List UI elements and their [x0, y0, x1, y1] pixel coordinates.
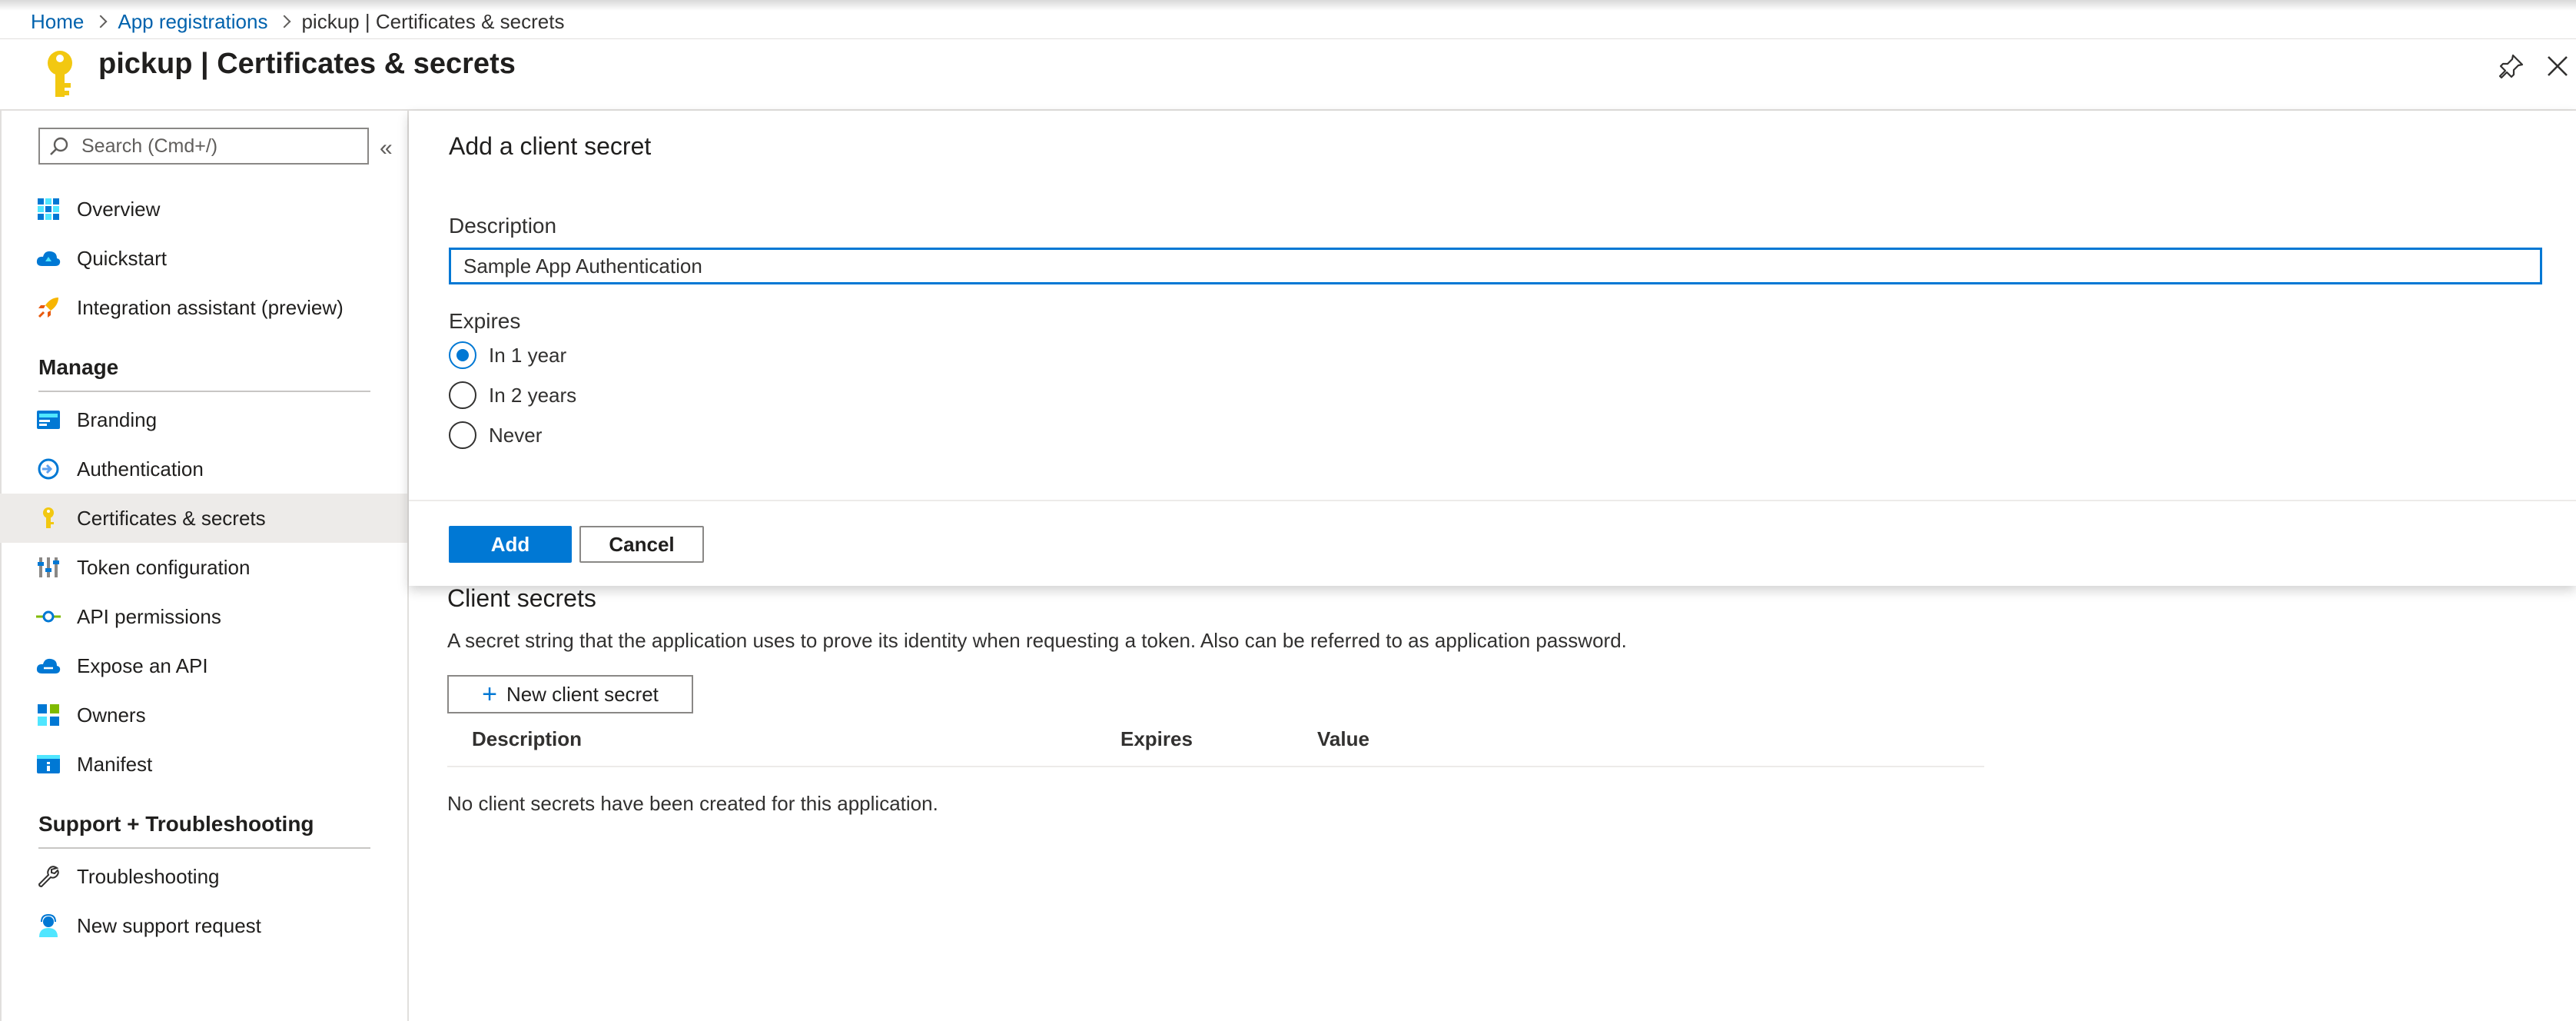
breadcrumb-divider	[0, 38, 2576, 39]
sidebar-item-label: Owners	[77, 703, 146, 727]
authentication-icon	[35, 456, 61, 482]
radio-selected-icon	[449, 341, 476, 369]
radio-unselected-icon	[449, 421, 476, 449]
sidebar-item-new-support-request[interactable]: New support request	[0, 901, 407, 950]
sidebar-item-label: Overview	[77, 197, 161, 221]
rocket-icon	[35, 294, 61, 321]
search-icon	[50, 137, 68, 155]
expires-option-2-years[interactable]: In 2 years	[449, 381, 576, 409]
sidebar-item-expose-api[interactable]: Expose an API	[0, 641, 407, 690]
owners-grid-icon	[35, 702, 61, 728]
sidebar-item-troubleshooting[interactable]: Troubleshooting	[0, 852, 407, 901]
collapse-sidebar-button[interactable]: «	[380, 135, 393, 161]
overview-grid-icon	[35, 196, 61, 222]
manage-divider	[38, 391, 370, 392]
close-icon[interactable]	[2542, 51, 2573, 81]
pin-icon[interactable]	[2498, 52, 2525, 80]
sidebar-item-label: Authentication	[77, 457, 204, 481]
add-button[interactable]: Add	[449, 526, 572, 563]
chevron-right-icon	[94, 15, 108, 28]
radio-label: In 1 year	[489, 343, 567, 367]
search-placeholder: Search (Cmd+/)	[81, 135, 218, 157]
search-input[interactable]: Search (Cmd+/)	[38, 128, 369, 165]
chevron-right-icon	[277, 15, 291, 28]
sidebar-item-label: API permissions	[77, 604, 221, 628]
client-secrets-title: Client secrets	[447, 584, 596, 612]
new-client-secret-button[interactable]: + New client secret	[447, 675, 693, 713]
sidebar-item-integration-assistant[interactable]: Integration assistant (preview)	[0, 283, 407, 332]
sidebar-item-authentication[interactable]: Authentication	[0, 444, 407, 494]
expires-option-1-year[interactable]: In 1 year	[449, 341, 566, 369]
token-bars-icon	[35, 554, 61, 580]
key-icon	[35, 505, 61, 531]
column-header-description[interactable]: Description	[472, 727, 582, 751]
client-secrets-description: A secret string that the application use…	[447, 629, 1627, 652]
manifest-icon	[35, 751, 61, 777]
plus-icon: +	[482, 679, 497, 709]
sidebar-item-label: Troubleshooting	[77, 864, 220, 888]
sidebar-item-branding[interactable]: Branding	[0, 395, 407, 444]
add-client-secret-panel	[409, 111, 2576, 586]
sidebar-item-manifest[interactable]: Manifest	[0, 740, 407, 789]
radio-label: Never	[489, 423, 543, 447]
sidebar-item-quickstart[interactable]: Quickstart	[0, 234, 407, 283]
expires-option-never[interactable]: Never	[449, 421, 542, 449]
empty-state-text: No client secrets have been created for …	[447, 792, 938, 815]
cancel-button[interactable]: Cancel	[579, 526, 704, 563]
sidebar-item-certificates-secrets[interactable]: Certificates & secrets	[0, 494, 407, 543]
sidebar-item-label: Branding	[77, 407, 158, 431]
sidebar-item-label: Token configuration	[77, 555, 251, 579]
description-value: Sample App Authentication	[463, 254, 702, 278]
wrench-icon	[35, 863, 61, 890]
breadcrumb: Home App registrations pickup | Certific…	[31, 6, 564, 37]
support-divider	[38, 847, 370, 849]
description-input[interactable]: Sample App Authentication	[449, 248, 2542, 284]
panel-footer-divider	[409, 500, 2576, 501]
radio-label: In 2 years	[489, 383, 577, 407]
branding-icon	[35, 407, 61, 433]
new-client-secret-label: New client secret	[506, 682, 659, 706]
sidebar-item-label: New support request	[77, 913, 261, 937]
sidebar-item-token-configuration[interactable]: Token configuration	[0, 543, 407, 592]
breadcrumb-current: pickup | Certificates & secrets	[301, 9, 565, 33]
cloud-icon	[35, 653, 61, 679]
radio-unselected-icon	[449, 381, 476, 409]
sidebar-item-label: Manifest	[77, 752, 153, 776]
support-person-icon	[35, 913, 61, 939]
panel-title: Add a client secret	[449, 132, 652, 160]
description-label: Description	[449, 214, 557, 238]
sidebar-item-owners[interactable]: Owners	[0, 690, 407, 740]
sidebar-item-overview[interactable]: Overview	[0, 185, 407, 234]
sidebar-item-label: Integration assistant (preview)	[77, 295, 344, 319]
table-header-divider	[447, 766, 1984, 767]
support-heading: Support + Troubleshooting	[38, 812, 314, 836]
key-icon	[48, 51, 72, 97]
expires-label: Expires	[449, 309, 521, 333]
breadcrumb-app-registrations-link[interactable]: App registrations	[118, 10, 267, 34]
column-header-expires[interactable]: Expires	[1120, 727, 1193, 751]
column-header-value[interactable]: Value	[1317, 727, 1369, 751]
quickstart-cloud-icon	[35, 245, 61, 271]
page-title: pickup | Certificates & secrets	[98, 48, 516, 80]
sidebar-item-label: Expose an API	[77, 654, 208, 677]
api-permissions-icon	[35, 604, 61, 630]
sidebar-item-api-permissions[interactable]: API permissions	[0, 592, 407, 641]
manage-heading: Manage	[38, 355, 119, 379]
sidebar-item-label: Certificates & secrets	[77, 506, 266, 530]
sidebar-item-label: Quickstart	[77, 246, 168, 270]
breadcrumb-home-link[interactable]: Home	[31, 10, 84, 34]
